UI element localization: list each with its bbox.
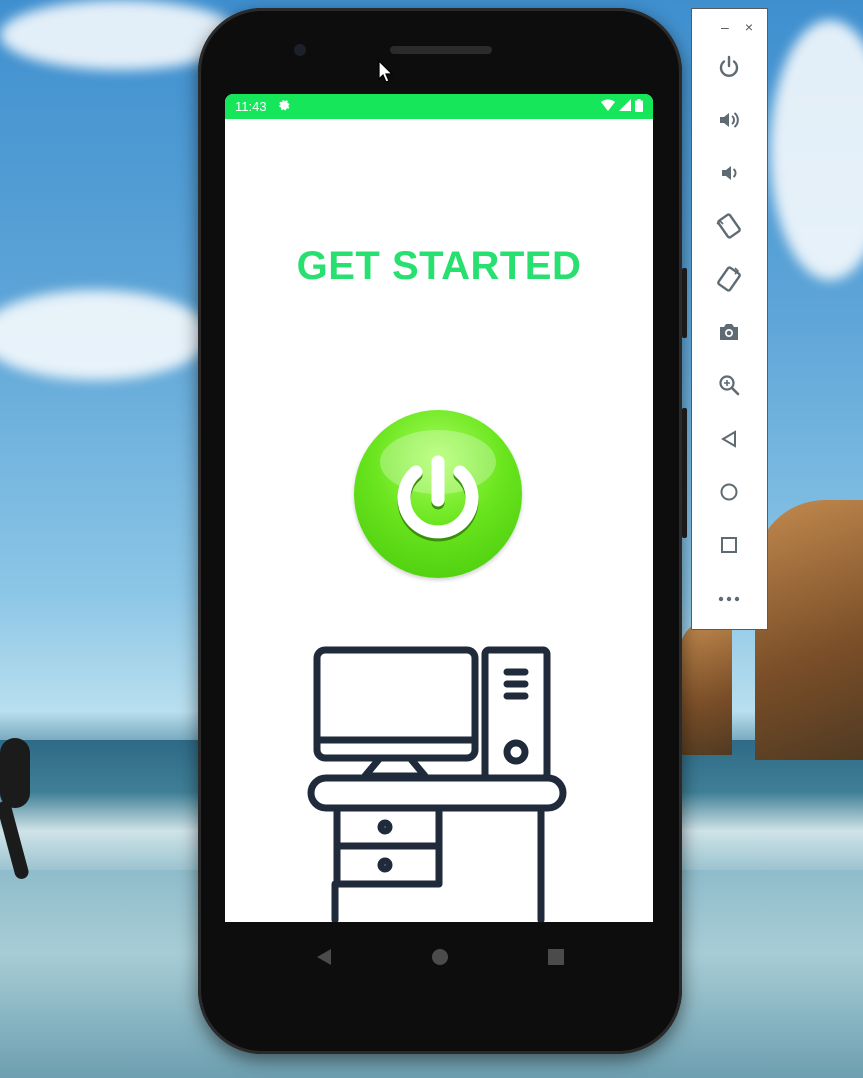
screenshot-button[interactable]	[709, 312, 749, 352]
home-toolbar-button[interactable]	[709, 472, 749, 512]
status-bar: 11:43	[225, 94, 653, 119]
emulator-toolbar: – ×	[691, 8, 768, 630]
back-icon	[317, 949, 331, 965]
nav-back-button[interactable]	[304, 937, 344, 977]
battery-icon	[635, 98, 643, 115]
cliff	[755, 500, 863, 760]
phone-frame: 11:43 GET STARTED	[198, 8, 687, 1054]
volume-down-button[interactable]	[709, 153, 749, 193]
power-icon	[380, 430, 496, 542]
close-button[interactable]: ×	[745, 17, 753, 37]
recents-icon	[548, 949, 564, 965]
power-icon	[719, 55, 739, 77]
rotate-left-icon	[716, 213, 741, 239]
earpiece-speaker	[390, 46, 492, 54]
rotate-right-button[interactable]	[709, 259, 749, 299]
back-toolbar-button[interactable]	[709, 419, 749, 459]
zoom-icon	[719, 375, 740, 396]
nav-recents-button[interactable]	[536, 937, 576, 977]
navigation-bar	[266, 922, 614, 992]
power-toolbar-button[interactable]	[709, 47, 749, 87]
cliff	[680, 620, 732, 755]
rotate-right-icon	[717, 266, 741, 292]
minimize-button[interactable]: –	[721, 17, 729, 37]
front-camera	[294, 44, 306, 56]
mouse-cursor-icon	[378, 60, 394, 83]
runner	[0, 738, 30, 808]
overview-toolbar-button[interactable]	[709, 525, 749, 565]
side-button	[682, 268, 687, 338]
back-icon	[721, 430, 736, 448]
wifi-icon	[601, 99, 615, 114]
status-time: 11:43	[235, 99, 267, 114]
zoom-button[interactable]	[709, 365, 749, 405]
gear-icon	[277, 99, 290, 115]
overview-icon	[721, 537, 737, 553]
cloud	[770, 20, 863, 280]
more-icon	[718, 596, 740, 602]
nav-home-button[interactable]	[420, 937, 460, 977]
more-toolbar-button[interactable]	[709, 579, 749, 619]
volume-down-icon	[722, 166, 737, 180]
volume-up-button[interactable]	[709, 100, 749, 140]
rotate-left-button[interactable]	[709, 206, 749, 246]
volume-up-icon	[720, 112, 739, 128]
home-icon	[720, 483, 738, 501]
cloud	[0, 290, 210, 380]
signal-icon	[619, 99, 631, 114]
side-button	[682, 408, 687, 538]
camera-icon	[720, 324, 738, 340]
power-button[interactable]	[354, 410, 522, 578]
home-icon	[432, 949, 448, 965]
desk-computer-illustration	[307, 646, 567, 922]
app-screen: 11:43 GET STARTED	[225, 94, 653, 922]
page-title: GET STARTED	[296, 244, 582, 288]
